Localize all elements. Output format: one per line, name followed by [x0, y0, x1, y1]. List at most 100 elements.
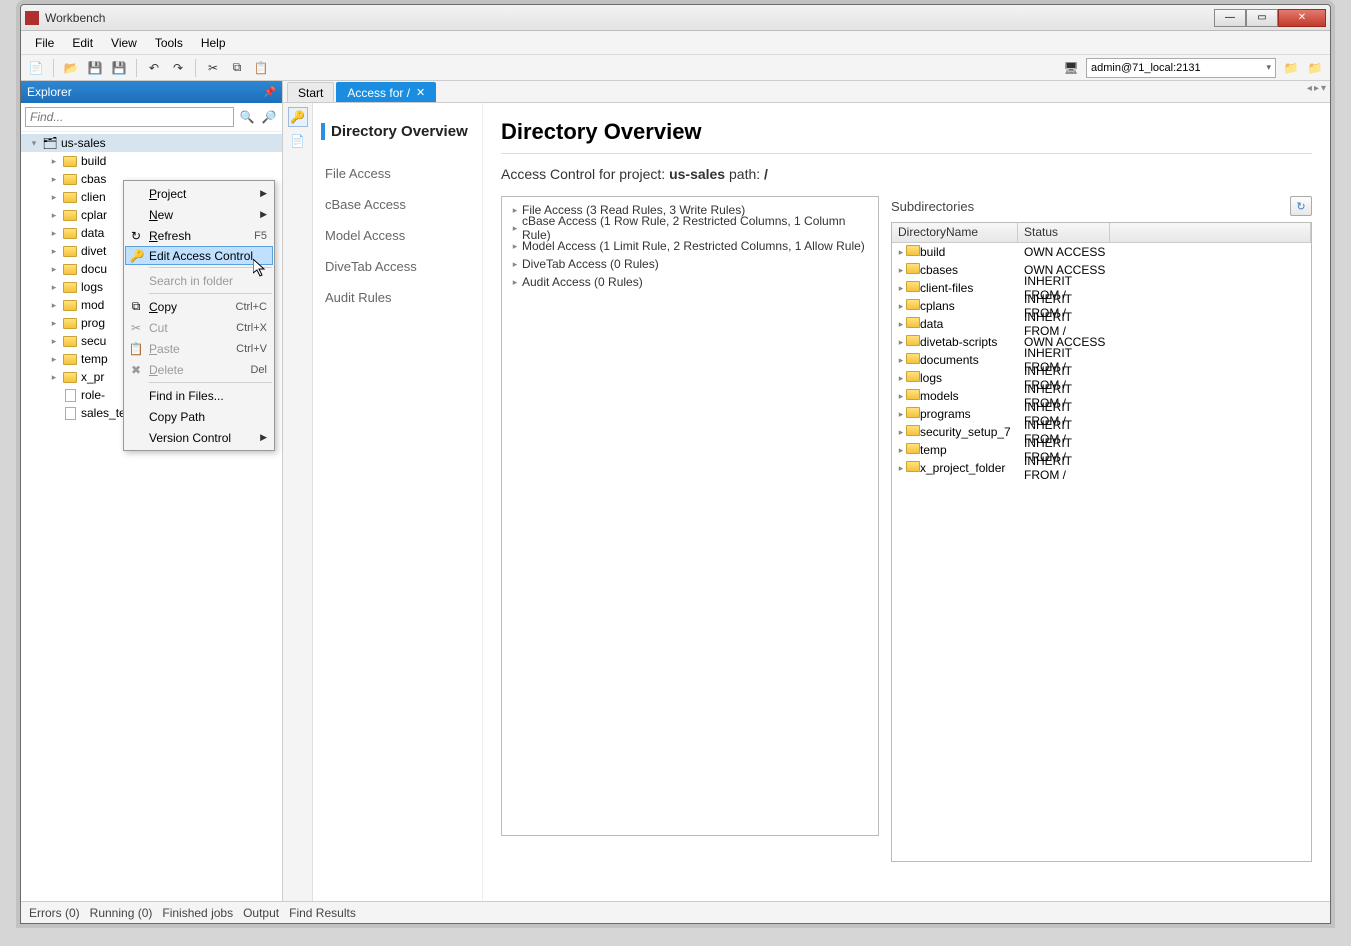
sidenav-item[interactable]: DiveTab Access	[321, 251, 474, 282]
save-icon[interactable]: 💾	[86, 59, 104, 77]
expand-icon[interactable]: ▸	[896, 391, 906, 402]
context-menu[interactable]: Project▶New▶↻RefreshF5🔑Edit Access Contr…	[123, 180, 275, 451]
expand-icon[interactable]: ▸	[896, 427, 906, 438]
expand-icon[interactable]: ▸	[49, 192, 59, 203]
status-findresults[interactable]: Find Results	[289, 906, 356, 920]
expand-icon[interactable]: ▸	[896, 409, 906, 420]
expand-icon[interactable]: ▸	[896, 301, 906, 312]
status-finished[interactable]: Finished jobs	[162, 906, 233, 920]
status-running[interactable]: Running (0)	[90, 906, 153, 920]
menu-item[interactable]: New▶	[125, 204, 273, 225]
undo-icon[interactable]: ↶	[145, 59, 163, 77]
expand-icon[interactable]: ▸	[508, 223, 522, 234]
expand-icon[interactable]: ▸	[508, 205, 522, 216]
menu-item[interactable]: ⧉CopyCtrl+C	[125, 296, 273, 317]
menu-edit[interactable]: Edit	[64, 33, 101, 53]
expand-icon[interactable]: ▸	[508, 259, 522, 270]
table-row[interactable]: ▸x_project_folderINHERIT FROM /	[892, 459, 1311, 477]
menu-item[interactable]: Project▶	[125, 183, 273, 204]
server-combo[interactable]: admin@71_local:2131	[1086, 58, 1276, 78]
cut-icon[interactable]: ✂	[204, 59, 222, 77]
sidenav-item[interactable]: Model Access	[321, 220, 474, 251]
menu-help[interactable]: Help	[193, 33, 234, 53]
tree-label: temp	[81, 352, 108, 366]
menu-item[interactable]: Version Control▶	[125, 427, 273, 448]
expand-icon[interactable]: ▸	[49, 282, 59, 293]
close-button[interactable]: ✕	[1278, 9, 1326, 27]
tab-list-icon[interactable]: ▾	[1321, 83, 1326, 94]
status-errors[interactable]: Errors (0)	[29, 906, 80, 920]
expand-icon[interactable]: ▸	[896, 373, 906, 384]
expand-icon[interactable]: ▸	[49, 300, 59, 311]
expand-icon[interactable]: ▸	[508, 277, 522, 288]
expand-icon[interactable]: ▸	[896, 265, 906, 276]
rule-item[interactable]: ▸Audit Access (0 Rules)	[504, 273, 876, 291]
menu-tools[interactable]: Tools	[147, 33, 191, 53]
search-advanced-icon[interactable]: 🔎	[260, 108, 278, 126]
menu-view[interactable]: View	[103, 33, 145, 53]
open-icon[interactable]: 📂	[62, 59, 80, 77]
key-icon[interactable]: 🔑	[288, 107, 308, 127]
expand-icon[interactable]: ▸	[49, 156, 59, 167]
table-row[interactable]: ▸dataINHERIT FROM /	[892, 315, 1311, 333]
rule-item[interactable]: ▸DiveTab Access (0 Rules)	[504, 255, 876, 273]
doc-icon[interactable]: 📄	[288, 131, 308, 151]
grid-body[interactable]: ▸buildOWN ACCESS▸cbasesOWN ACCESS▸client…	[892, 243, 1311, 861]
saveall-icon[interactable]: 💾	[110, 59, 128, 77]
search-input[interactable]	[25, 107, 234, 127]
sidenav-item[interactable]: Audit Rules	[321, 282, 474, 313]
paste-icon[interactable]: 📋	[252, 59, 270, 77]
menu-file[interactable]: File	[27, 33, 62, 53]
expand-icon[interactable]: ▸	[896, 463, 906, 474]
menu-separator	[149, 267, 272, 268]
col-dirname[interactable]: DirectoryName	[892, 223, 1018, 242]
expand-icon[interactable]: ▸	[49, 354, 59, 365]
pin-icon[interactable]: 📌	[264, 87, 276, 98]
expand-icon[interactable]: ▸	[896, 337, 906, 348]
search-icon[interactable]: 🔍	[238, 108, 256, 126]
minimize-button[interactable]: —	[1214, 9, 1246, 27]
rules-box[interactable]: ▸File Access (3 Read Rules, 3 Write Rule…	[501, 196, 879, 836]
expand-icon[interactable]: ▸	[49, 174, 59, 185]
expand-icon[interactable]: ▸	[49, 336, 59, 347]
tab-next-icon[interactable]: ▸	[1314, 83, 1319, 94]
tree-folder[interactable]: ▸build	[21, 152, 282, 170]
menu-item[interactable]: ↻RefreshF5	[125, 225, 273, 246]
expand-icon[interactable]: ▸	[49, 318, 59, 329]
connect-icon[interactable]: 📁	[1282, 59, 1300, 77]
sidenav-item[interactable]: File Access	[321, 158, 474, 189]
expand-icon[interactable]: ▸	[49, 228, 59, 239]
menu-item[interactable]: 🔑Edit Access Control	[125, 246, 273, 265]
table-row[interactable]: ▸buildOWN ACCESS	[892, 243, 1311, 261]
servers-icon[interactable]: 📁	[1306, 59, 1324, 77]
status-output[interactable]: Output	[243, 906, 279, 920]
page-title: Directory Overview	[501, 119, 1312, 145]
tab-start[interactable]: Start	[287, 82, 334, 102]
redo-icon[interactable]: ↷	[169, 59, 187, 77]
tree-root[interactable]: ▾ 🗂 us-sales	[21, 134, 282, 152]
expand-icon[interactable]: ▸	[49, 246, 59, 257]
tab-close-icon[interactable]: ✕	[416, 86, 425, 99]
expand-icon[interactable]: ▸	[508, 241, 522, 252]
expand-icon[interactable]: ▸	[49, 264, 59, 275]
expand-icon[interactable]: ▸	[896, 247, 906, 258]
menu-item[interactable]: Find in Files...	[125, 385, 273, 406]
expand-icon[interactable]: ▸	[896, 319, 906, 330]
col-status[interactable]: Status	[1018, 223, 1110, 242]
expand-icon[interactable]: ▸	[49, 210, 59, 221]
menu-item[interactable]: Copy Path	[125, 406, 273, 427]
new-icon[interactable]: 📄	[27, 59, 45, 77]
copy-icon[interactable]: ⧉	[228, 59, 246, 77]
expand-icon[interactable]: ▸	[896, 283, 906, 294]
tab-prev-icon[interactable]: ◂	[1307, 83, 1312, 94]
expand-icon[interactable]: ▸	[896, 355, 906, 366]
expand-icon[interactable]: ▾	[29, 138, 39, 149]
expand-icon[interactable]: ▸	[49, 372, 59, 383]
rule-item[interactable]: ▸Model Access (1 Limit Rule, 2 Restricte…	[504, 237, 876, 255]
maximize-button[interactable]: ▭	[1246, 9, 1278, 27]
tab-access[interactable]: Access for / ✕	[336, 82, 436, 102]
rule-item[interactable]: ▸cBase Access (1 Row Rule, 2 Restricted …	[504, 219, 876, 237]
sidenav-item[interactable]: cBase Access	[321, 189, 474, 220]
expand-icon[interactable]: ▸	[896, 445, 906, 456]
refresh-subdirs-icon[interactable]: ↻	[1290, 196, 1312, 216]
